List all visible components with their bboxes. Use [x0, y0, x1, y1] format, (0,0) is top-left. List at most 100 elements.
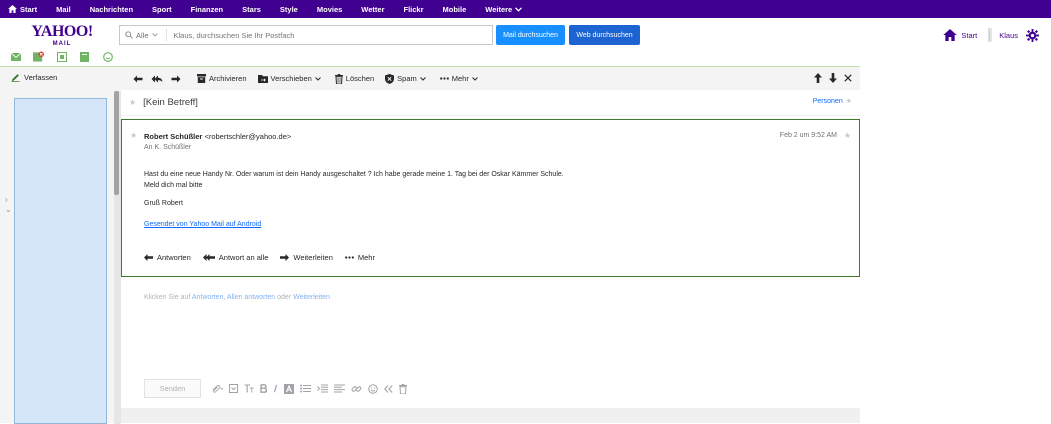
forward-button[interactable]: Weiterleiten [280, 253, 333, 262]
nav-item-mobile[interactable]: Mobile [443, 5, 467, 14]
reply-all-toolbar-button[interactable] [151, 75, 166, 83]
reply-all-icon [202, 254, 215, 261]
next-message-button[interactable] [829, 73, 837, 83]
nav-item-style[interactable]: Style [280, 5, 298, 14]
mail-app-icon[interactable] [10, 51, 21, 62]
italic-icon[interactable] [273, 384, 278, 393]
header-start-label: Start [961, 30, 978, 40]
nav-item-sport[interactable]: Sport [152, 5, 172, 14]
bottom-strip [121, 408, 860, 423]
collapse-toolbar-icon[interactable] [384, 384, 393, 393]
previous-message-button[interactable] [814, 73, 822, 83]
reply-all-button[interactable]: Antwort an alle [202, 253, 269, 262]
nav-item-label: Sport [152, 4, 172, 14]
nav-item-label: Wetter [361, 4, 385, 14]
bullet-list-icon[interactable] [300, 384, 311, 393]
move-label: Verschieben [270, 74, 312, 83]
body-line: Hast du eine neue Handy Nr. Oder warum i… [144, 171, 564, 178]
header-start-link[interactable]: Start [943, 29, 977, 41]
send-button[interactable]: Senden [144, 379, 201, 398]
logo-text: YAHOO! [31, 23, 93, 40]
reply-all-label: Antwort an alle [218, 253, 269, 262]
nav-item-label: Start [20, 4, 38, 14]
message-greeting: Gruß Robert [144, 200, 183, 207]
archive-button[interactable]: Archivieren [197, 74, 247, 83]
home-icon [943, 29, 958, 41]
bold-icon[interactable] [260, 384, 267, 393]
nav-item-finanzen[interactable]: Finanzen [191, 5, 224, 14]
compose-button[interactable]: Verfassen [11, 73, 57, 82]
align-icon[interactable] [334, 384, 345, 393]
left-pane: Verfassen › ⌄ [0, 66, 121, 424]
settings-button[interactable] [1026, 28, 1043, 42]
search-icon [125, 31, 133, 39]
archive-icon [197, 74, 206, 83]
emoji-icon[interactable] [368, 383, 378, 394]
web-search-button[interactable]: Web durchsuchen [569, 25, 640, 45]
discard-draft-icon[interactable] [399, 383, 407, 394]
link-icon[interactable] [351, 384, 362, 394]
nav-item-weitere[interactable]: Weitere [485, 5, 525, 14]
search-scope-label: Alle [136, 30, 149, 40]
reply-hint-reply-link[interactable]: Antworten [192, 294, 224, 301]
reply-hint-forward-link[interactable]: Weiterleiten [293, 294, 330, 301]
star-icon[interactable]: ★ [844, 131, 851, 140]
reply-hint-text: oder [277, 294, 292, 301]
sidebar-scrollbar-thumb[interactable] [114, 91, 119, 195]
nav-item-flickr[interactable]: Flickr [404, 5, 424, 14]
header-user-link[interactable]: Klaus [985, 28, 1018, 42]
header-right: Start Klaus [943, 26, 1051, 44]
sender-email: <robertschler@yahoo.de> [204, 132, 292, 141]
message-toolbar: Archivieren Verschieben Löschen Spam Meh… [121, 66, 860, 90]
search-input[interactable] [166, 30, 467, 40]
nav-item-wetter[interactable]: Wetter [361, 5, 384, 14]
star-icon[interactable]: ★ [130, 131, 137, 140]
more-dots-icon [344, 256, 354, 259]
text-color-icon[interactable] [284, 383, 294, 394]
chevron-down-icon [515, 6, 523, 12]
nav-forward-button[interactable] [171, 75, 184, 83]
nav-item-mail[interactable]: Mail [56, 5, 71, 14]
messenger-app-icon[interactable] [102, 51, 113, 62]
chevron-down-icon [419, 76, 426, 81]
nav-item-stars[interactable]: Stars [242, 5, 261, 14]
message-actions: Antworten Antwort an alle Weiterleiten M… [144, 253, 387, 262]
star-icon[interactable]: ★ [129, 98, 136, 107]
font-size-icon[interactable] [244, 384, 254, 393]
sidebar-collapse-toggle[interactable]: › ⌄ [5, 195, 12, 215]
nav-item-nachrichten[interactable]: Nachrichten [90, 5, 133, 14]
notepad-app-icon[interactable] [79, 51, 90, 62]
nav-item-movies[interactable]: Movies [317, 5, 342, 14]
calendar-app-icon[interactable] [56, 51, 67, 62]
gear-icon [1026, 28, 1039, 42]
close-message-button[interactable] [844, 74, 852, 82]
persons-label: Personen [812, 97, 843, 105]
spam-button[interactable]: Spam [385, 73, 429, 84]
indent-icon[interactable] [317, 384, 328, 393]
move-button[interactable]: Verschieben [257, 74, 324, 83]
nav-item-start[interactable]: Start [8, 5, 37, 14]
delete-label: Löschen [345, 74, 375, 83]
more-button[interactable]: Mehr [439, 74, 481, 83]
message-view: ★ [Kein Betreff] Personen ★ ★ Robert Sch… [121, 90, 860, 423]
stationery-icon[interactable] [229, 384, 238, 393]
more-actions-button[interactable]: Mehr [344, 253, 375, 262]
yahoo-mail-logo[interactable]: YAHOO! MAIL [30, 24, 94, 48]
mail-search-button[interactable]: Mail durchsuchen [496, 25, 565, 45]
message-body: Hast du eine neue Handy Nr. Oder warum i… [144, 169, 564, 191]
nav-back-button[interactable] [133, 75, 146, 83]
persons-link[interactable]: Personen ★ [812, 97, 852, 106]
reply-compose-bar: Senden [144, 379, 413, 398]
delete-button[interactable]: Löschen [334, 73, 375, 84]
star-icon[interactable]: ★ [846, 97, 852, 105]
chevron-down-icon: ⌄ [5, 205, 12, 214]
header: YAHOO! MAIL Alle Mail durchsuchen Web du… [0, 18, 1051, 66]
more-dots-icon [439, 77, 449, 80]
signature-link[interactable]: Gesendet von Yahoo Mail auf Android [144, 221, 261, 228]
reply-button[interactable]: Antworten [144, 253, 191, 262]
attachment-icon[interactable] [211, 384, 223, 393]
more-actions-label: Mehr [357, 253, 375, 262]
reply-hint-reply-all-link[interactable]: Allen antworten [227, 294, 275, 301]
search-scope-select[interactable]: Alle [120, 29, 167, 41]
contacts-app-icon[interactable] [33, 51, 44, 62]
